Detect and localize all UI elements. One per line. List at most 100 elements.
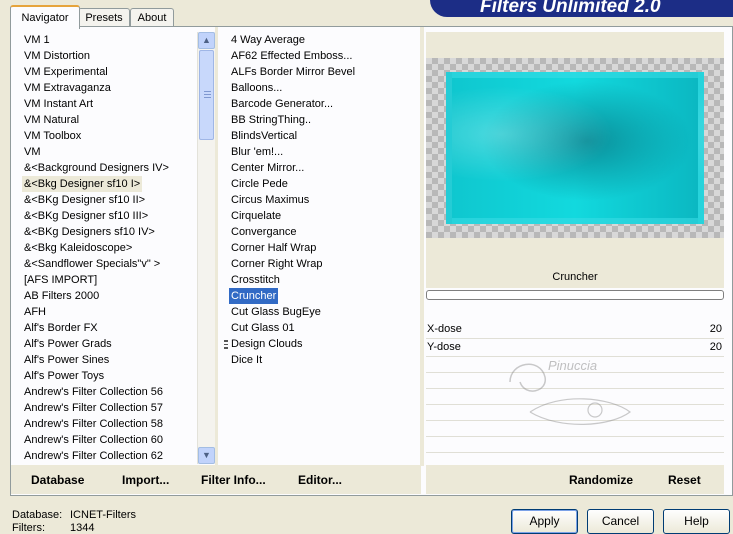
category-item[interactable]: VM Instant Art bbox=[22, 98, 93, 110]
list-row: AF62 Effected Emboss... bbox=[229, 48, 419, 64]
list-row: &<Sandflower Specials"v" > bbox=[22, 256, 196, 272]
filter-item[interactable]: Corner Half Wrap bbox=[229, 242, 316, 254]
editor-button[interactable]: Editor... bbox=[298, 471, 342, 489]
list-row: BB StringThing.. bbox=[229, 112, 419, 128]
filter-item[interactable]: Balloons... bbox=[229, 82, 282, 94]
cancel-button[interactable]: Cancel bbox=[587, 509, 654, 534]
column-divider bbox=[420, 27, 424, 466]
list-row: Balloons... bbox=[229, 80, 419, 96]
filter-item[interactable]: Circle Pede bbox=[229, 178, 288, 190]
filter-item[interactable]: BlindsVertical bbox=[229, 130, 297, 142]
category-item[interactable]: VM Distortion bbox=[22, 50, 90, 62]
randomize-button[interactable]: Randomize bbox=[569, 471, 633, 489]
list-row: VM Natural bbox=[22, 112, 196, 128]
category-item[interactable]: Andrew's Filter Collection 57 bbox=[22, 402, 163, 414]
scroll-up-button[interactable]: ▲ bbox=[198, 32, 215, 49]
filter-item[interactable]: Cut Glass 01 bbox=[229, 322, 295, 334]
category-item[interactable]: Alf's Power Sines bbox=[22, 354, 109, 366]
filter-item[interactable]: Blur 'em!... bbox=[229, 146, 283, 158]
category-item[interactable]: VM bbox=[22, 146, 41, 158]
list-row: Circle Pede bbox=[229, 176, 419, 192]
list-row: Alf's Power Toys bbox=[22, 368, 196, 384]
list-row: &<Bkg Kaleidoscope> bbox=[22, 240, 196, 256]
category-item[interactable]: &<Bkg Designer sf10 I> bbox=[22, 176, 143, 192]
list-row: &<BKg Designer sf10 III> bbox=[22, 208, 196, 224]
import-button[interactable]: Import... bbox=[122, 471, 169, 489]
category-item[interactable]: VM Experimental bbox=[22, 66, 108, 78]
category-item[interactable]: [AFS IMPORT] bbox=[22, 274, 97, 286]
scroll-thumb[interactable] bbox=[199, 50, 214, 140]
category-list[interactable]: VM 1 VM Distortion VM Experimental VM Extra… bbox=[22, 32, 196, 464]
filter-item[interactable]: Barcode Generator... bbox=[229, 98, 333, 110]
category-item[interactable]: VM 1 bbox=[22, 34, 50, 46]
filter-item[interactable]: Dice It bbox=[229, 354, 262, 366]
banner-title: Filters Unlimited 2.0 bbox=[480, 0, 661, 17]
filter-item[interactable]: AF62 Effected Emboss... bbox=[229, 50, 352, 62]
category-item[interactable]: VM Natural bbox=[22, 114, 79, 126]
category-scrollbar[interactable]: ▲ ▼ bbox=[197, 32, 215, 464]
category-item[interactable]: Andrew's Filter Collection 60 bbox=[22, 434, 163, 446]
category-item[interactable]: Alf's Power Toys bbox=[22, 370, 104, 382]
param-label: Y-dose bbox=[427, 341, 461, 353]
filter-item[interactable]: Corner Right Wrap bbox=[229, 258, 323, 270]
category-item[interactable]: &<BKg Designers sf10 IV> bbox=[22, 226, 155, 238]
filter-item[interactable]: BB StringThing.. bbox=[229, 114, 311, 126]
list-row: Dice It bbox=[229, 352, 419, 368]
column-divider bbox=[215, 27, 218, 466]
category-item[interactable]: AFH bbox=[22, 306, 46, 318]
database-button[interactable]: Database bbox=[31, 471, 84, 489]
category-item[interactable]: &<BKg Designer sf10 II> bbox=[22, 194, 145, 206]
category-item[interactable]: AB Filters 2000 bbox=[22, 290, 99, 302]
reset-button[interactable]: Reset bbox=[668, 471, 701, 489]
filter-item[interactable]: Cut Glass BugEye bbox=[229, 306, 321, 318]
list-row: VM 1 bbox=[22, 32, 196, 48]
list-row: VM bbox=[22, 144, 196, 160]
list-row: VM Instant Art bbox=[22, 96, 196, 112]
preview-canvas bbox=[426, 58, 724, 238]
param-x-dose[interactable]: X-dose 20 bbox=[426, 321, 724, 339]
filter-item[interactable]: Cruncher bbox=[229, 288, 279, 304]
thumb-grip bbox=[204, 97, 211, 98]
list-row: AFH bbox=[22, 304, 196, 320]
category-item[interactable]: &<Background Designers IV> bbox=[22, 162, 169, 174]
category-item[interactable]: &<BKg Designer sf10 III> bbox=[22, 210, 148, 222]
filter-info-button[interactable]: Filter Info... bbox=[201, 471, 266, 489]
preview-footer bbox=[426, 238, 724, 266]
tab-navigator[interactable]: Navigator bbox=[10, 5, 80, 29]
list-row: &<BKg Designers sf10 IV> bbox=[22, 224, 196, 240]
progress-bar bbox=[426, 290, 724, 300]
filter-list[interactable]: 4 Way Average AF62 Effected Emboss... ALFs… bbox=[229, 32, 419, 464]
help-button[interactable]: Help bbox=[663, 509, 730, 534]
list-row: Center Mirror... bbox=[229, 160, 419, 176]
filter-item[interactable]: Circus Maximus bbox=[229, 194, 309, 206]
category-item[interactable]: &<Bkg Kaleidoscope> bbox=[22, 242, 132, 254]
param-value: 20 bbox=[709, 323, 722, 335]
thumb-grip bbox=[204, 94, 211, 95]
filter-item[interactable]: ALFs Border Mirror Bevel bbox=[229, 66, 355, 78]
filter-item[interactable]: Convergance bbox=[229, 226, 296, 238]
filter-item[interactable]: 4 Way Average bbox=[229, 34, 305, 46]
filter-item[interactable]: Cirquelate bbox=[229, 210, 281, 222]
list-row: ALFs Border Mirror Bevel bbox=[229, 64, 419, 80]
database-status-label: Database: bbox=[12, 509, 63, 521]
tab-presets[interactable]: Presets bbox=[78, 8, 130, 27]
category-item[interactable]: Alf's Power Grads bbox=[22, 338, 112, 350]
filter-item[interactable]: Center Mirror... bbox=[229, 162, 304, 174]
category-item[interactable]: VM Toolbox bbox=[22, 130, 81, 142]
scroll-down-button[interactable]: ▼ bbox=[198, 447, 215, 464]
filter-item[interactable]: Design Clouds bbox=[229, 338, 303, 350]
list-row: [AFS IMPORT] bbox=[22, 272, 196, 288]
category-item[interactable]: Andrew's Filter Collection 62 bbox=[22, 450, 163, 462]
tab-about[interactable]: About bbox=[130, 8, 174, 27]
category-item[interactable]: Andrew's Filter Collection 58 bbox=[22, 418, 163, 430]
list-row: Alf's Border FX bbox=[22, 320, 196, 336]
category-item[interactable]: VM Extravaganza bbox=[22, 82, 111, 94]
category-item[interactable]: Alf's Border FX bbox=[22, 322, 98, 334]
filter-item[interactable]: Crosstitch bbox=[229, 274, 280, 286]
category-item[interactable]: Andrew's Filter Collection 56 bbox=[22, 386, 163, 398]
list-row: &<Bkg Designer sf10 I> bbox=[22, 176, 196, 192]
category-item[interactable]: &<Sandflower Specials"v" > bbox=[22, 258, 160, 270]
preview-header bbox=[426, 32, 724, 58]
apply-button[interactable]: Apply bbox=[511, 509, 578, 534]
filters-status-label: Filters: bbox=[12, 522, 45, 534]
